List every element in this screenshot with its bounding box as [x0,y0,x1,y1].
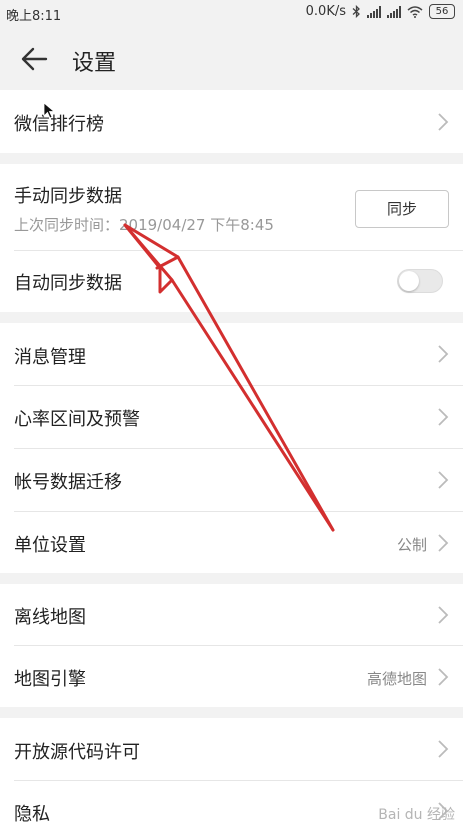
settings-item-units[interactable]: 单位设置 公制 [0,512,463,573]
signal-icon [367,5,381,18]
chevron-right-icon [438,113,449,131]
item-label: 隐私 [14,804,50,825]
item-label: 微信排行榜 [14,114,104,135]
settings-item-offline-map[interactable]: 离线地图 [0,584,463,645]
item-label: 单位设置 [14,535,86,556]
item-label: 自动同步数据 [14,273,122,294]
chevron-right-icon [438,408,449,426]
map-engine-value: 高德地图 [366,670,427,688]
settings-item-wechat-ranking[interactable]: 微信排行榜 [0,90,463,153]
status-icons: 0.0K/s 56 [306,4,455,19]
settings-item-auto-sync: 自动同步数据 [0,251,463,312]
last-sync-time: 上次同步时间：2019/04/27 下午8:45 [14,216,274,234]
settings-item-open-source[interactable]: 开放源代码许可 [0,718,463,780]
item-label: 开放源代码许可 [14,742,140,763]
chevron-right-icon [438,471,449,489]
battery-icon: 56 [429,4,455,19]
settings-group-sync: 手动同步数据 上次同步时间：2019/04/27 下午8:45 同步 自动同步数… [0,164,463,312]
bluetooth-icon [352,5,360,18]
units-value: 公制 [396,536,427,554]
wifi-icon [407,5,423,18]
chevron-right-icon [438,345,449,363]
auto-sync-toggle[interactable] [397,269,443,293]
status-bar: 晚上8:11 0.0K/s 56 [0,0,463,28]
status-time: 晚上8:11 [6,9,62,24]
settings-group-general: 消息管理 心率区间及预警 帐号数据迁移 单位设置 公制 [0,323,463,573]
item-label: 手动同步数据 [14,186,122,207]
item-label: 离线地图 [14,607,86,628]
item-label: 消息管理 [14,347,86,368]
arrow-left-icon[interactable] [20,44,50,74]
signal-icon [387,5,401,18]
sync-button[interactable]: 同步 [355,190,449,228]
chevron-right-icon [438,668,449,686]
toggle-knob [399,271,419,291]
chevron-right-icon [438,606,449,624]
page-title: 设置 [72,51,117,76]
chevron-right-icon [438,740,449,758]
mouse-cursor-icon [43,102,55,119]
chevron-right-icon [438,534,449,552]
settings-group-map: 离线地图 地图引擎 高德地图 [0,584,463,707]
settings-item-map-engine[interactable]: 地图引擎 高德地图 [0,646,463,707]
item-label: 地图引擎 [14,669,86,690]
item-label: 心率区间及预警 [14,409,140,430]
title-bar: 设置 [0,28,463,90]
item-label: 帐号数据迁移 [14,472,122,493]
network-speed: 0.0K/s [305,4,346,19]
settings-group-1: 微信排行榜 [0,90,463,153]
watermark: Bai du 经验 [378,807,455,823]
settings-item-heart-rate[interactable]: 心率区间及预警 [0,386,463,448]
settings-item-message-management[interactable]: 消息管理 [0,323,463,385]
settings-item-manual-sync: 手动同步数据 上次同步时间：2019/04/27 下午8:45 同步 [0,164,463,250]
settings-item-account-migration[interactable]: 帐号数据迁移 [0,449,463,511]
